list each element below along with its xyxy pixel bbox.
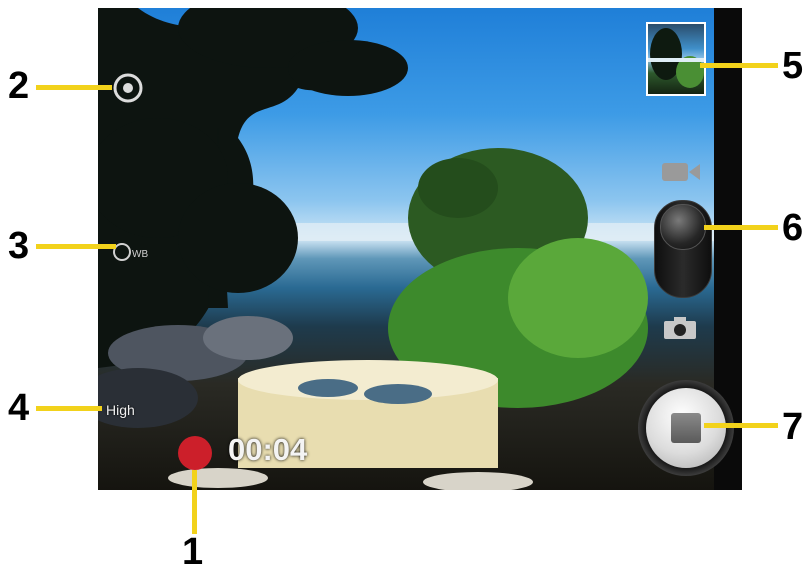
- ground-stones: [168, 468, 533, 490]
- record-timer: 00:04: [228, 432, 308, 467]
- callout-5: 5: [782, 45, 804, 87]
- leader-line-7: [704, 423, 778, 428]
- leader-line-2: [36, 85, 112, 90]
- leader-line-6: [704, 225, 778, 230]
- recording-indicator-icon: [178, 436, 212, 470]
- callout-1: 1: [182, 531, 204, 573]
- camera-icon[interactable]: [664, 316, 698, 340]
- leader-line-1: [192, 470, 197, 534]
- left-tree-silhouette: [98, 8, 408, 368]
- callout-2: 2: [8, 65, 30, 107]
- video-camera-icon[interactable]: [662, 160, 702, 184]
- leader-line-3: [36, 244, 116, 249]
- leader-line-4: [36, 406, 102, 411]
- svg-text:WB: WB: [132, 249, 148, 260]
- gallery-thumbnail[interactable]: [646, 22, 706, 96]
- stop-icon: [671, 413, 701, 443]
- thumbnail-image: [648, 28, 704, 88]
- callout-3: 3: [8, 225, 30, 267]
- video-quality-label[interactable]: High: [106, 402, 135, 418]
- callout-4: 4: [8, 387, 30, 429]
- leader-line-5: [700, 63, 778, 68]
- callout-6: 6: [782, 207, 804, 249]
- mode-switch-knob[interactable]: [660, 204, 706, 250]
- callout-7: 7: [782, 406, 804, 448]
